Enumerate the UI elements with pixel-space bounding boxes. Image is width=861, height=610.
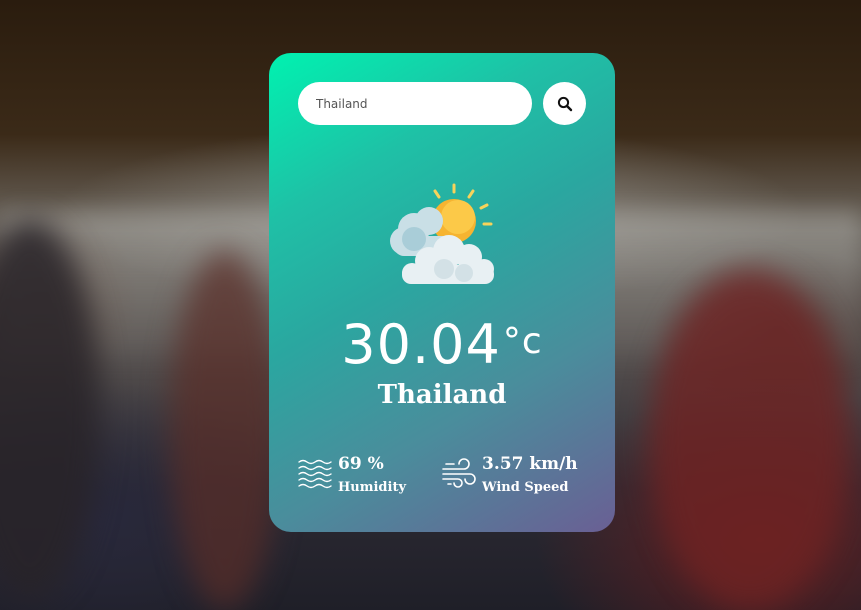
background-person-right: [650, 270, 850, 610]
wind-value: 3.57 km/h: [482, 454, 578, 474]
background-person-center: [170, 250, 280, 610]
humidity-label: Humidity: [338, 480, 407, 495]
search-input[interactable]: [298, 82, 532, 125]
search-button[interactable]: [543, 82, 586, 125]
humidity-waves-icon: [298, 459, 332, 489]
partly-cloudy-sun-icon: [390, 183, 494, 284]
wind-detail: 3.57 km/h Wind Speed: [442, 453, 578, 497]
weather-card: 30.04°c Thailand 69 % Humidity: [269, 53, 615, 532]
wind-icon: [442, 458, 476, 488]
temperature-display: 30.04°c: [269, 309, 615, 378]
humidity-detail: 69 % Humidity: [298, 453, 406, 497]
temperature-unit: °c: [502, 321, 543, 362]
temperature-value: 30.04: [341, 313, 501, 376]
humidity-value: 69 %: [338, 454, 384, 474]
city-name: Thailand: [377, 380, 507, 410]
wind-label: Wind Speed: [482, 480, 569, 495]
search-icon: [557, 96, 572, 111]
